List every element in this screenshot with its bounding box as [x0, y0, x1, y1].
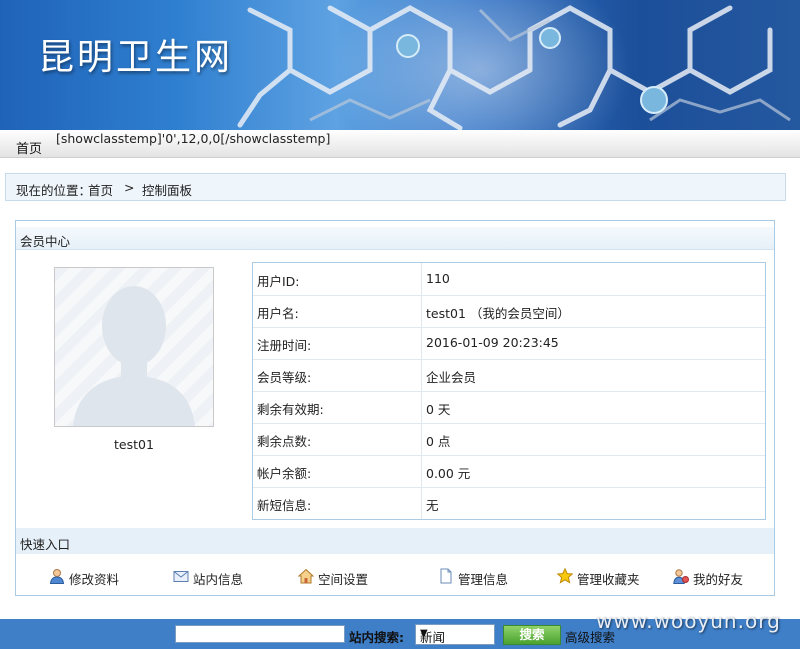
info-value: 无	[426, 498, 439, 513]
avatar	[54, 267, 214, 427]
info-label: 注册时间:	[257, 338, 312, 353]
avatar-silhouette-icon	[73, 286, 195, 426]
info-label: 会员等级:	[257, 370, 312, 385]
info-value: 0 点	[426, 434, 451, 449]
info-label: 剩余点数:	[257, 434, 312, 449]
mail-icon	[173, 571, 189, 582]
home-icon	[298, 568, 314, 584]
breadcrumb-prefix: 现在的位置：	[16, 183, 92, 198]
table-row: 用户ID: 110	[253, 263, 765, 296]
breadcrumb-separator: >	[124, 180, 135, 195]
quick-item-label: 修改资料	[69, 572, 120, 587]
info-value-space-link[interactable]: test01 （我的会员空间）	[426, 303, 570, 322]
document-icon	[440, 568, 452, 584]
nav-template-text: [showclasstemp]'0',12,0,0[/showclasstemp…	[56, 131, 331, 146]
avatar-username: test01	[114, 437, 154, 452]
chevron-down-icon: ▼	[420, 628, 428, 639]
breadcrumb: 现在的位置： 首页 > 控制面板	[5, 173, 786, 201]
star-icon	[557, 568, 573, 584]
watermark: www.wooyun.org	[596, 609, 781, 633]
member-center-header: 会员中心	[16, 227, 774, 250]
member-center-title: 会员中心	[20, 234, 71, 249]
info-label: 剩余有效期:	[257, 402, 324, 417]
breadcrumb-home-link[interactable]: 首页	[88, 180, 113, 199]
quick-entry-header: 快速入口	[16, 528, 774, 554]
quick-item-label: 管理信息	[458, 572, 509, 587]
nav-home-link[interactable]: 首页	[16, 138, 42, 157]
search-label: 站内搜索:	[349, 630, 404, 645]
info-value: 110	[426, 271, 450, 286]
quick-item-label: 空间设置	[318, 572, 369, 587]
table-row: 帐户余额: 0.00 元	[253, 455, 765, 488]
info-value: 企业会员	[426, 370, 477, 385]
member-info-table: 用户ID: 110 用户名: test01 （我的会员空间） 注册时间: 201…	[252, 262, 766, 520]
info-value: 0 天	[426, 402, 451, 417]
search-input[interactable]	[175, 625, 345, 643]
info-value: 2016-01-09 20:23:45	[426, 335, 559, 350]
main-nav: 首页 [showclasstemp]'0',12,0,0[/showclasst…	[0, 130, 800, 158]
info-value: 0.00 元	[426, 466, 471, 481]
quick-entry-title: 快速入口	[20, 537, 71, 552]
table-row: 会员等级: 企业会员	[253, 359, 765, 392]
info-label: 帐户余额:	[257, 466, 312, 481]
quick-item-label: 管理收藏夹	[577, 572, 640, 587]
breadcrumb-current: 控制面板	[142, 183, 193, 198]
table-row: 新短信息: 无	[253, 487, 765, 519]
table-row: 用户名: test01 （我的会员空间）	[253, 295, 765, 328]
info-label: 用户ID:	[257, 274, 300, 289]
search-category-select[interactable]: 新闻 ▼	[415, 624, 495, 645]
user-edit-icon	[49, 569, 65, 584]
quick-item-label: 站内信息	[193, 572, 244, 587]
info-label: 新短信息:	[257, 498, 312, 513]
molecule-graphic-icon	[237, 5, 791, 130]
table-row: 注册时间: 2016-01-09 20:23:45	[253, 327, 765, 360]
member-center-panel: 会员中心 test01 用户ID: 110 用户名: test01 （我的会员空…	[15, 220, 775, 596]
info-label: 用户名:	[257, 306, 299, 321]
site-banner: 昆明卫生网	[0, 0, 800, 130]
table-row: 剩余点数: 0 点	[253, 423, 765, 456]
quick-item-label: 我的好友	[693, 572, 744, 587]
table-row: 剩余有效期: 0 天	[253, 391, 765, 424]
search-button[interactable]: 搜索	[503, 625, 561, 645]
friends-icon	[673, 569, 689, 584]
site-title: 昆明卫生网	[38, 37, 234, 78]
